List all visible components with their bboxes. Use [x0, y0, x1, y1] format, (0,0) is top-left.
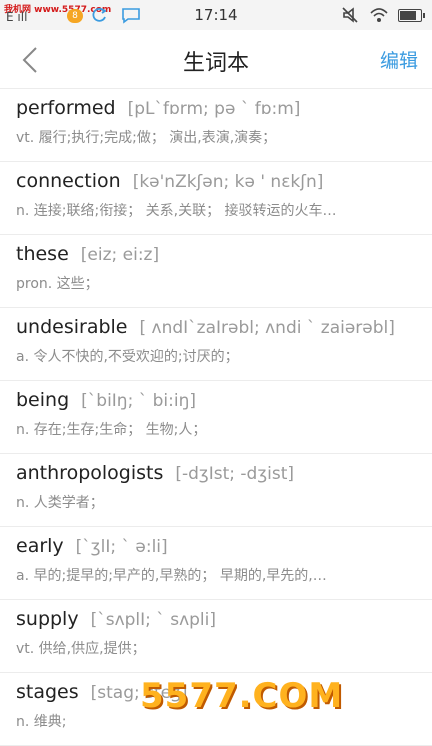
- word-line: connection [kə'nZkʃən; kə ' nɛkʃn]: [16, 170, 323, 192]
- word-line: undesirable [ ʌndI`zaIrəbl; ʌndi ` zaiərə…: [16, 316, 395, 338]
- definition-text: vt. 履行;执行;完成;做； 演出,表演,演奏；: [16, 130, 277, 146]
- phonetic-text: [`ʒlI; ` ə:li]: [75, 537, 168, 557]
- list-item[interactable]: supply [`sʌplI; ` sʌpli] vt. 供给,供应,提供；: [0, 600, 432, 673]
- battery-fill: [400, 11, 417, 20]
- list-item[interactable]: performed [pL`fɒrm; pə ` fɒ:m] vt. 履行;执行;完…: [0, 89, 432, 162]
- edit-button[interactable]: 编辑: [380, 46, 418, 73]
- word-line: anthropologists [-dʒIst; -dʒist]: [16, 462, 294, 484]
- page-title: 生词本: [182, 51, 249, 76]
- definition-text: n. 连接;联络;衔接； 关系,关联； 接驳转运的火车…: [16, 203, 337, 219]
- definition-text: vt. 供给,供应,提供；: [16, 641, 146, 657]
- list-item[interactable]: undesirable [ ʌndI`zaIrəbl; ʌndi ` zaiərə…: [0, 308, 432, 381]
- definition-text: pron. 这些；: [16, 276, 99, 292]
- word-text: supply: [16, 608, 79, 630]
- word-text: undesirable: [16, 316, 128, 338]
- phonetic-text: [`biIŋ; ` bi:iŋ]: [81, 391, 196, 411]
- list-item[interactable]: early [`ʒlI; ` ə:li] a. 早的;提早的;早产的,早熟的； 早期…: [0, 527, 432, 600]
- word-list: performed [pL`fɒrm; pə ` fɒ:m] vt. 履行;执行;完…: [0, 89, 432, 746]
- definition-text: n. 存在;生存;生命； 生物;人；: [16, 422, 207, 438]
- list-item[interactable]: being [`biIŋ; ` bi:iŋ] n. 存在;生存;生命； 生物;人；: [0, 381, 432, 454]
- word-text: stages: [16, 681, 79, 703]
- battery-icon: [398, 9, 425, 22]
- definition-text: n. 人类学者；: [16, 495, 104, 511]
- phonetic-text: [eiz; ei:z]: [80, 245, 160, 265]
- list-item[interactable]: anthropologists [-dʒIst; -dʒist] n. 人类学者；: [0, 454, 432, 527]
- word-text: these: [16, 243, 69, 265]
- word-text: connection: [16, 170, 121, 192]
- word-line: being [`biIŋ; ` bi:iŋ]: [16, 389, 196, 411]
- clock: 17:14: [194, 6, 238, 24]
- watermark-logo: 5577.COM: [140, 676, 342, 720]
- word-line: these [eiz; ei:z]: [16, 243, 159, 265]
- phonetic-text: [ ʌndI`zaIrəbl; ʌndi ` zaiərəbl]: [139, 318, 395, 338]
- wifi-icon: [370, 8, 388, 22]
- word-text: being: [16, 389, 70, 411]
- watermark-logo-text: 5577.COM: [140, 676, 344, 716]
- list-item[interactable]: connection [kə'nZkʃən; kə ' nɛkʃn] n. 连接;联…: [0, 162, 432, 235]
- mute-icon: [342, 7, 358, 23]
- list-item[interactable]: these [eiz; ei:z] pron. 这些；: [0, 235, 432, 308]
- phonetic-text: [`sʌplI; ` sʌpli]: [90, 610, 216, 630]
- phonetic-text: [-dʒIst; -dʒist]: [175, 464, 295, 484]
- word-text: performed: [16, 97, 116, 119]
- definition-text: a. 早的;提早的;早产的,早熟的； 早期的,早先的,…: [16, 568, 327, 584]
- phonetic-text: [kə'nZkʃən; kə ' nɛkʃn]: [132, 172, 324, 192]
- definition-text: a. 令人不快的,不受欢迎的;讨厌的；: [16, 349, 239, 365]
- word-text: early: [16, 535, 64, 557]
- word-line: supply [`sʌplI; ` sʌpli]: [16, 608, 216, 630]
- phonetic-text: [pL`fɒrm; pə ` fɒ:m]: [127, 99, 301, 119]
- word-line: performed [pL`fɒrm; pə ` fɒ:m]: [16, 97, 300, 119]
- word-text: anthropologists: [16, 462, 164, 484]
- word-line: early [`ʒlI; ` ə:li]: [16, 535, 168, 557]
- nav-bar: 生词本 编辑: [0, 30, 432, 89]
- status-bar: 我机网 www.5577.com E ıll 8 17:14: [0, 0, 432, 30]
